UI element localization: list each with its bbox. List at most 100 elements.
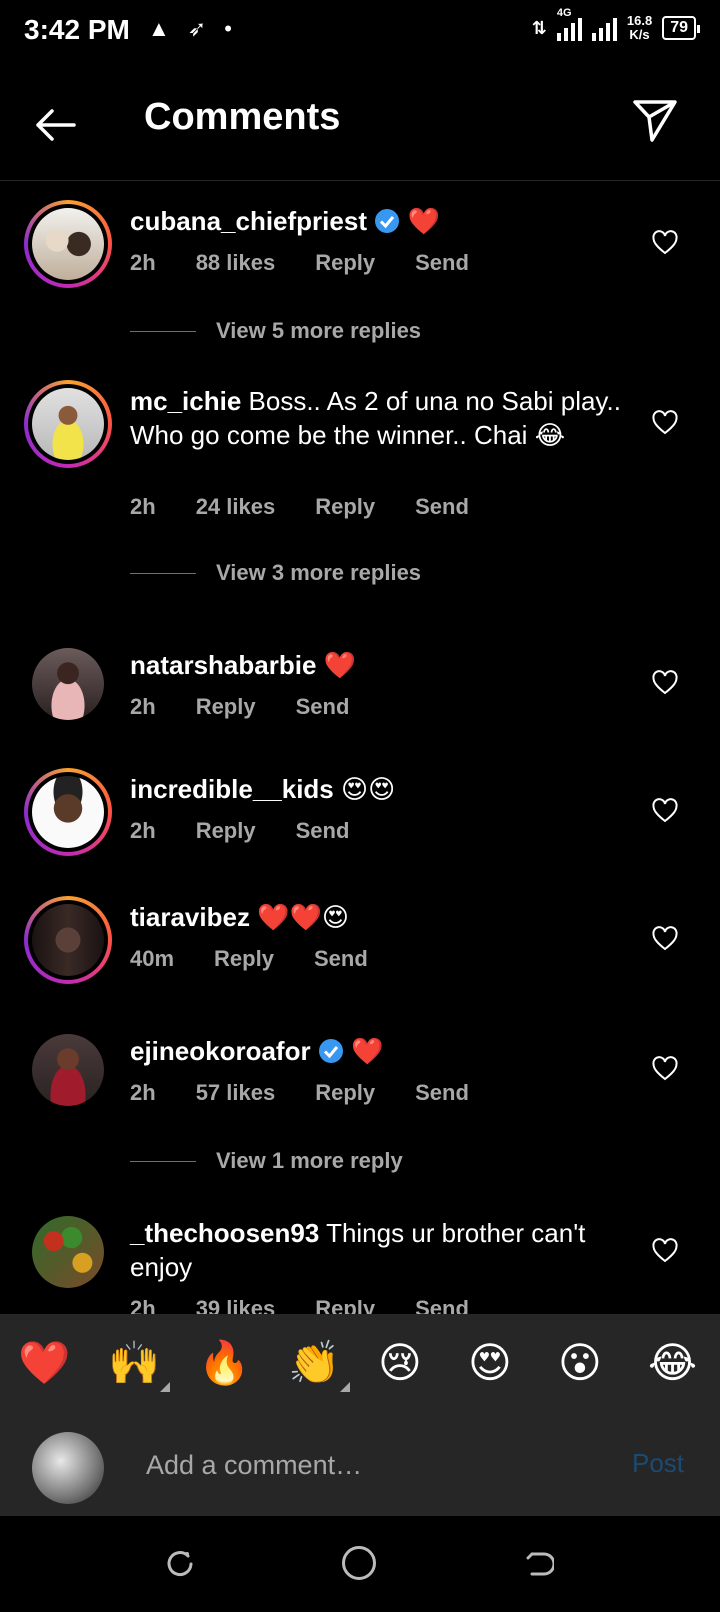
view-more-replies[interactable]: View 3 more replies xyxy=(130,560,421,586)
comment-username[interactable]: cubana_chiefpriest xyxy=(130,206,367,236)
comment-meta: 40m Reply Send xyxy=(130,946,408,972)
comment-emojis: ❤️ xyxy=(323,650,357,680)
reply-button[interactable]: Reply xyxy=(196,694,256,720)
speed-unit: K/s xyxy=(629,27,650,42)
comment-username[interactable]: ejineokoroafor xyxy=(130,1036,311,1066)
data-transfer-icon: ⇅ xyxy=(531,17,547,38)
comment-meta: 2h Reply Send xyxy=(130,694,389,720)
reply-button[interactable]: Reply xyxy=(315,250,375,276)
status-right: ⇅ 4G 16.8 K/s 79 xyxy=(531,7,700,42)
comment-username[interactable]: mc_ichie xyxy=(130,386,241,416)
emoji-laughing[interactable]: 😂 xyxy=(648,1338,697,1388)
emoji-crying[interactable]: 😢 xyxy=(378,1338,422,1388)
reply-button[interactable]: Reply xyxy=(214,946,274,972)
view-replies-label: View 1 more reply xyxy=(216,1148,403,1173)
like-heart-icon[interactable] xyxy=(652,1238,678,1264)
send-button[interactable]: Send xyxy=(415,250,469,276)
send-button[interactable]: Send xyxy=(415,1080,469,1106)
comment-body: natarshabarbie ❤️ xyxy=(130,648,630,682)
comment-composer: Post xyxy=(0,1414,720,1516)
comment-emojis: 😍😍 xyxy=(341,774,396,804)
send-button[interactable]: Send xyxy=(415,494,469,520)
comment-body: cubana_chiefpriest ❤️ xyxy=(130,204,630,238)
send-button[interactable]: Send xyxy=(314,946,368,972)
comment-time: 2h xyxy=(130,1080,156,1105)
view-more-replies[interactable]: View 5 more replies xyxy=(130,318,421,344)
reply-button[interactable]: Reply xyxy=(315,494,375,520)
post-button[interactable]: Post xyxy=(632,1448,684,1479)
quick-emoji-bar: ❤️ 🙌 🔥 👏 😢 😍 😮 😂 xyxy=(0,1314,720,1414)
emoji-fire[interactable]: 🔥 xyxy=(198,1338,250,1388)
send-button[interactable]: Send xyxy=(296,694,350,720)
comment-likes[interactable]: 57 likes xyxy=(196,1080,276,1106)
comment-body: _thechoosen93 Things ur brother can't en… xyxy=(130,1216,630,1284)
like-heart-icon[interactable] xyxy=(652,670,678,696)
signal-icon: 4G xyxy=(556,7,582,41)
comment-time: 40m xyxy=(130,946,175,971)
avatar[interactable] xyxy=(24,200,112,288)
avatar[interactable] xyxy=(32,1034,104,1106)
comment-username[interactable]: tiaravibez xyxy=(130,902,250,932)
reply-button[interactable]: Reply xyxy=(315,1080,375,1106)
emoji-heart-eyes[interactable]: 😍 xyxy=(468,1338,512,1388)
like-heart-icon[interactable] xyxy=(652,1056,678,1082)
comment-body: ejineokoroafor ❤️ xyxy=(130,1034,630,1068)
avatar[interactable] xyxy=(24,380,112,468)
like-heart-icon[interactable] xyxy=(652,798,678,824)
comment-username[interactable]: _thechoosen93 xyxy=(130,1218,319,1248)
comment-emojis: ❤️ xyxy=(351,1036,384,1066)
comment-likes[interactable]: 24 likes xyxy=(196,494,276,520)
dot-icon: • xyxy=(224,16,232,41)
avatar[interactable] xyxy=(32,648,104,720)
emoji-clap[interactable]: 👏 xyxy=(288,1338,340,1388)
comment-time: 2h xyxy=(130,694,156,719)
header: Comments xyxy=(0,66,720,181)
comment-likes[interactable]: 88 likes xyxy=(196,250,276,276)
status-bar: 3:42 PM ▲ ➶ • ⇅ 4G 16.8 K/s 79 xyxy=(0,0,720,66)
recent-apps-icon[interactable] xyxy=(166,1550,194,1578)
like-heart-icon[interactable] xyxy=(652,926,678,952)
direct-send-icon[interactable] xyxy=(630,94,680,144)
network-speed: 16.8 K/s xyxy=(627,14,652,42)
avatar[interactable] xyxy=(32,1216,104,1288)
comment-username[interactable]: incredible__kids xyxy=(130,774,334,804)
comment-time: 2h xyxy=(130,250,156,275)
notification-icon: ▲ xyxy=(148,16,170,41)
comment-body: incredible__kids 😍😍 xyxy=(130,772,630,806)
system-nav-bar xyxy=(0,1516,720,1612)
view-replies-label: View 3 more replies xyxy=(216,560,422,585)
back-arrow-icon[interactable] xyxy=(30,100,80,150)
page-title: Comments xyxy=(144,96,341,138)
avatar[interactable] xyxy=(24,896,112,984)
comment-emojis: ❤️❤️😍 xyxy=(257,902,350,932)
send-button[interactable]: Send xyxy=(296,818,350,844)
reply-button[interactable]: Reply xyxy=(196,818,256,844)
view-more-replies[interactable]: View 1 more reply xyxy=(130,1148,403,1174)
verified-badge-icon xyxy=(375,209,400,233)
emoji-raised-hands[interactable]: 🙌 xyxy=(108,1338,160,1388)
comment-body: tiaravibez ❤️❤️😍 xyxy=(130,900,630,934)
emoji-surprised[interactable]: 😮 xyxy=(558,1338,602,1388)
view-replies-label: View 5 more replies xyxy=(216,318,422,343)
comment-input[interactable] xyxy=(144,1444,588,1486)
comment-meta: 2h 24 likes Reply Send xyxy=(130,494,509,520)
current-user-avatar xyxy=(32,1432,104,1504)
like-heart-icon[interactable] xyxy=(652,410,678,436)
speed-value: 16.8 xyxy=(626,13,653,28)
emoji-heart[interactable]: ❤️ xyxy=(18,1338,70,1388)
home-icon[interactable] xyxy=(342,1546,376,1580)
notification-icons: ▲ ➶ • xyxy=(148,16,232,42)
verified-badge-icon xyxy=(318,1039,343,1063)
system-back-icon[interactable] xyxy=(526,1550,554,1578)
comment-time: 2h xyxy=(130,494,156,519)
comment-meta: 2h Reply Send xyxy=(130,818,389,844)
comment-emojis: ❤️ xyxy=(407,206,440,236)
comment-body: mc_ichie Boss.. As 2 of una no Sabi play… xyxy=(130,384,630,452)
like-heart-icon[interactable] xyxy=(652,230,678,256)
signal-icon-2 xyxy=(591,15,617,41)
skin-tone-indicator-icon xyxy=(340,1382,350,1392)
avatar[interactable] xyxy=(24,768,112,856)
comment-meta: 2h 57 likes Reply Send xyxy=(130,1080,509,1106)
comment-username[interactable]: natarshabarbie xyxy=(130,650,316,680)
status-time: 3:42 PM xyxy=(24,14,130,45)
